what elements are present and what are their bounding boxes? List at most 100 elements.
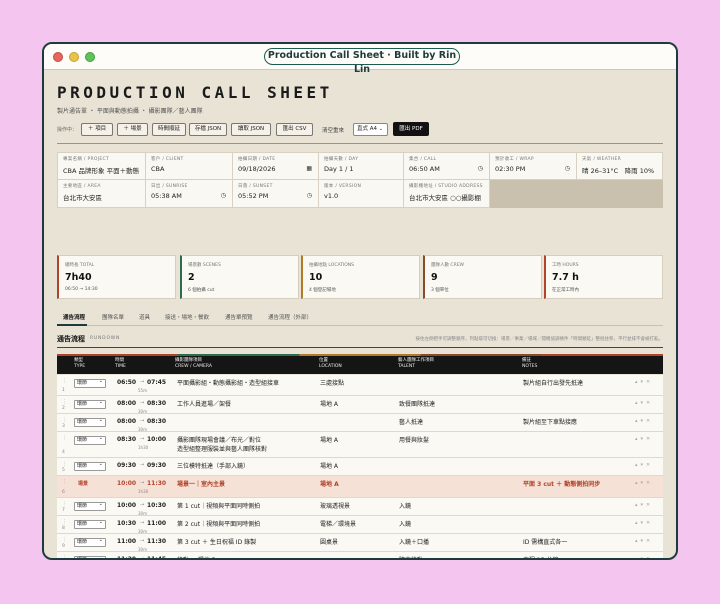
clock-icon[interactable]: ◷	[478, 165, 483, 172]
start-time[interactable]: 11:00	[117, 538, 136, 545]
drag-handle-icon[interactable]: ⋮	[62, 537, 67, 543]
notes[interactable]: 製片組自行出發先抵達	[523, 379, 583, 388]
tab-3[interactable]: 接送・場地・餐飲	[165, 313, 209, 321]
clear-button[interactable]: 清空重來	[322, 126, 344, 134]
paper-size-select[interactable]: 直式 A4 ⌄	[353, 123, 388, 136]
tab-0[interactable]: 通告流程	[63, 313, 85, 321]
table-row[interactable]: ⋮ 10環節11:30 → 11:45 15m 移動 → 場地 B 隨車移動 車…	[57, 552, 663, 558]
add-scene-button[interactable]: ＋ 場景	[117, 123, 148, 136]
crew-task[interactable]: 第 1 cut｜視頻與平面同時側拍	[177, 502, 260, 511]
drag-handle-icon[interactable]: ⋮	[62, 519, 67, 525]
start-time[interactable]: 08:30	[117, 436, 136, 443]
location[interactable]: 場地 A	[320, 480, 339, 489]
save-json-button[interactable]: 存檔 JSON	[189, 123, 227, 136]
export-csv-button[interactable]: 匯出 CSV	[276, 123, 313, 136]
location[interactable]: 玻璃透視景	[320, 502, 350, 511]
end-time[interactable]: 11:45	[147, 556, 166, 558]
table-row[interactable]: ⋮ 9環節11:00 → 11:30 30m 第 3 cut ＋ 生日祝福 ID…	[57, 534, 663, 552]
project-field[interactable]: 專案名稱 / PROJECT CBA 品牌形象 平面＋動態	[57, 152, 146, 180]
tab-4[interactable]: 通告單預覽	[225, 313, 253, 321]
tab-5[interactable]: 通告流程（外部）	[268, 313, 312, 321]
clock-icon[interactable]: ◷	[221, 192, 226, 199]
notes[interactable]: 平面 3 cut ＋ 動態側拍同步	[523, 480, 600, 489]
drag-handle-icon[interactable]: ⋮	[62, 555, 67, 558]
table-row[interactable]: ⋮ 5 環節 09:30 → 09:30 三位模特抵達（手部入鏡） 場地 A ▴▾✕	[57, 458, 663, 476]
delete-icon[interactable]: ✕	[646, 436, 653, 442]
crew-task[interactable]: 第 3 cut ＋ 生日祝福 ID 錄製	[177, 538, 256, 547]
delete-icon[interactable]: ✕	[646, 556, 653, 558]
crew-task[interactable]: 三位模特抵達（手部入鏡）	[177, 462, 249, 471]
start-time[interactable]: 09:30	[117, 462, 136, 469]
notes[interactable]: ID 需構直式各一	[523, 538, 567, 547]
table-row[interactable]: ⋮ 2環節08:00 → 08:30 30m 工作人員進場／架餐場地 A 致餐團…	[57, 396, 663, 414]
table-row[interactable]: ⋮ 7環節10:00 → 10:30 30m 第 1 cut｜視頻與平面同時側拍…	[57, 498, 663, 516]
export-pdf-button[interactable]: 匯出 PDF	[393, 122, 429, 136]
drag-handle-icon[interactable]: ⋮	[62, 417, 67, 423]
row-type-select[interactable]: 環節	[74, 378, 106, 388]
talent-task[interactable]: 隨車移動	[399, 556, 423, 558]
maximize-window-button[interactable]	[85, 52, 95, 62]
sunrise-field[interactable]: 日出 / SUNRISE 05:38 AM ◷	[146, 180, 233, 208]
start-time[interactable]: 08:00	[117, 400, 136, 407]
sunset-field[interactable]: 日落 / SUNSET 05:52 PM ◷	[233, 180, 319, 208]
notes[interactable]: 車程 15 分鐘	[523, 556, 558, 558]
row-type-select[interactable]: 環節	[74, 417, 106, 427]
crew-task-line2[interactable]: 造型組整理服裝並與藝人團隊核對	[177, 445, 267, 454]
clock-icon[interactable]: ◷	[565, 165, 570, 172]
area-field[interactable]: 主要地區 / AREA 台北市大安區	[57, 180, 146, 208]
talent-task[interactable]: 藝人抵達	[399, 418, 423, 427]
location[interactable]: 電梯／環境景	[320, 520, 356, 529]
weather-field[interactable]: 天氣 / WEATHER 晴 26–31°C 降雨 10%	[577, 152, 663, 180]
crew-task[interactable]: 平面攝影組・動態攝影組・造型組接車	[177, 379, 279, 388]
studio-address-field[interactable]: 攝影棚地址 / STUDIO ADDRESS 台北市大安區 ○○攝影棚	[404, 180, 490, 208]
end-time[interactable]: 08:30	[147, 400, 166, 407]
date-field[interactable]: 拍攝日期 / DATE 09/18/2026 ▦	[233, 152, 319, 180]
version-field[interactable]: 版本 / VERSION v1.0	[319, 180, 404, 208]
talent-task[interactable]: 入鏡	[399, 502, 411, 511]
end-time[interactable]: 11:30	[147, 538, 166, 545]
row-type-select[interactable]: 環節	[74, 435, 106, 445]
location[interactable]: 場地 A	[320, 400, 338, 409]
drag-handle-icon[interactable]: ⋮	[62, 461, 67, 467]
delete-icon[interactable]: ✕	[646, 502, 653, 508]
end-time[interactable]: 10:30	[147, 502, 166, 509]
crew-task[interactable]: 移動 → 場地 B	[177, 556, 216, 558]
location[interactable]: 圓桌景	[320, 538, 338, 547]
end-time[interactable]: 11:00	[147, 520, 166, 527]
talent-task[interactable]: 致餐團隊抵達	[399, 400, 435, 409]
tab-2[interactable]: 道具	[139, 313, 150, 321]
start-time[interactable]: 10:00	[117, 502, 136, 509]
talent-task[interactable]: 入鏡＋口播	[399, 538, 429, 547]
location[interactable]: 場地 A	[320, 462, 338, 471]
table-row[interactable]: ⋮ 6 場景 10:00 → 11:30 1h30 場景一｜室內主景 場地 A 平面 …	[57, 476, 663, 498]
crew-task[interactable]: 工作人員進場／架餐	[177, 400, 231, 409]
delete-icon[interactable]: ✕	[646, 520, 653, 526]
row-type-select[interactable]: 環節	[74, 519, 106, 529]
drag-handle-icon[interactable]: ⋮	[62, 399, 67, 405]
location[interactable]: 場地 A	[320, 436, 338, 445]
tab-1[interactable]: 團隊名單	[102, 313, 124, 321]
delete-icon[interactable]: ✕	[646, 400, 653, 406]
talent-task[interactable]: 入鏡	[399, 520, 411, 529]
row-type-select[interactable]: 環節	[74, 501, 106, 511]
drag-handle-icon[interactable]: ⋮	[62, 435, 67, 441]
table-row[interactable]: ⋮ 3環節08:00 → 08:30 30m 藝人抵達 製片組至下車點接應 ▴▾…	[57, 414, 663, 432]
end-time[interactable]: 11:30	[147, 480, 166, 487]
drag-handle-icon[interactable]: ⋮	[62, 479, 67, 485]
delete-icon[interactable]: ✕	[646, 462, 653, 468]
load-json-button[interactable]: 讀取 JSON	[231, 123, 271, 136]
delete-icon[interactable]: ✕	[646, 418, 653, 424]
add-item-button[interactable]: ＋ 項目	[81, 123, 113, 136]
table-row[interactable]: ⋮ 8環節10:30 → 11:00 30m 第 2 cut｜視頻與平面同時側拍…	[57, 516, 663, 534]
end-time[interactable]: 08:30	[147, 418, 166, 425]
minimize-window-button[interactable]	[69, 52, 79, 62]
location[interactable]: 三處接點	[320, 379, 344, 388]
end-time[interactable]: 07:45	[147, 379, 166, 386]
table-row[interactable]: ⋮ 4 環節 08:30 → 10:00 1h30 攝影團隊現場會議／布光／對位造型…	[57, 432, 663, 458]
start-time[interactable]: 10:30	[117, 520, 136, 527]
table-row[interactable]: ⋮ 1 環節 06:50 → 07:45 55m 平面攝影組・動態攝影組・造型組接車…	[57, 375, 663, 396]
calendar-icon[interactable]: ▦	[306, 165, 312, 172]
start-time[interactable]: 06:50	[117, 379, 136, 386]
wrap-time-field[interactable]: 預計收工 / WRAP 02:30 PM ◷	[490, 152, 577, 180]
talent-task[interactable]: 用餐與妝髮	[399, 436, 429, 445]
